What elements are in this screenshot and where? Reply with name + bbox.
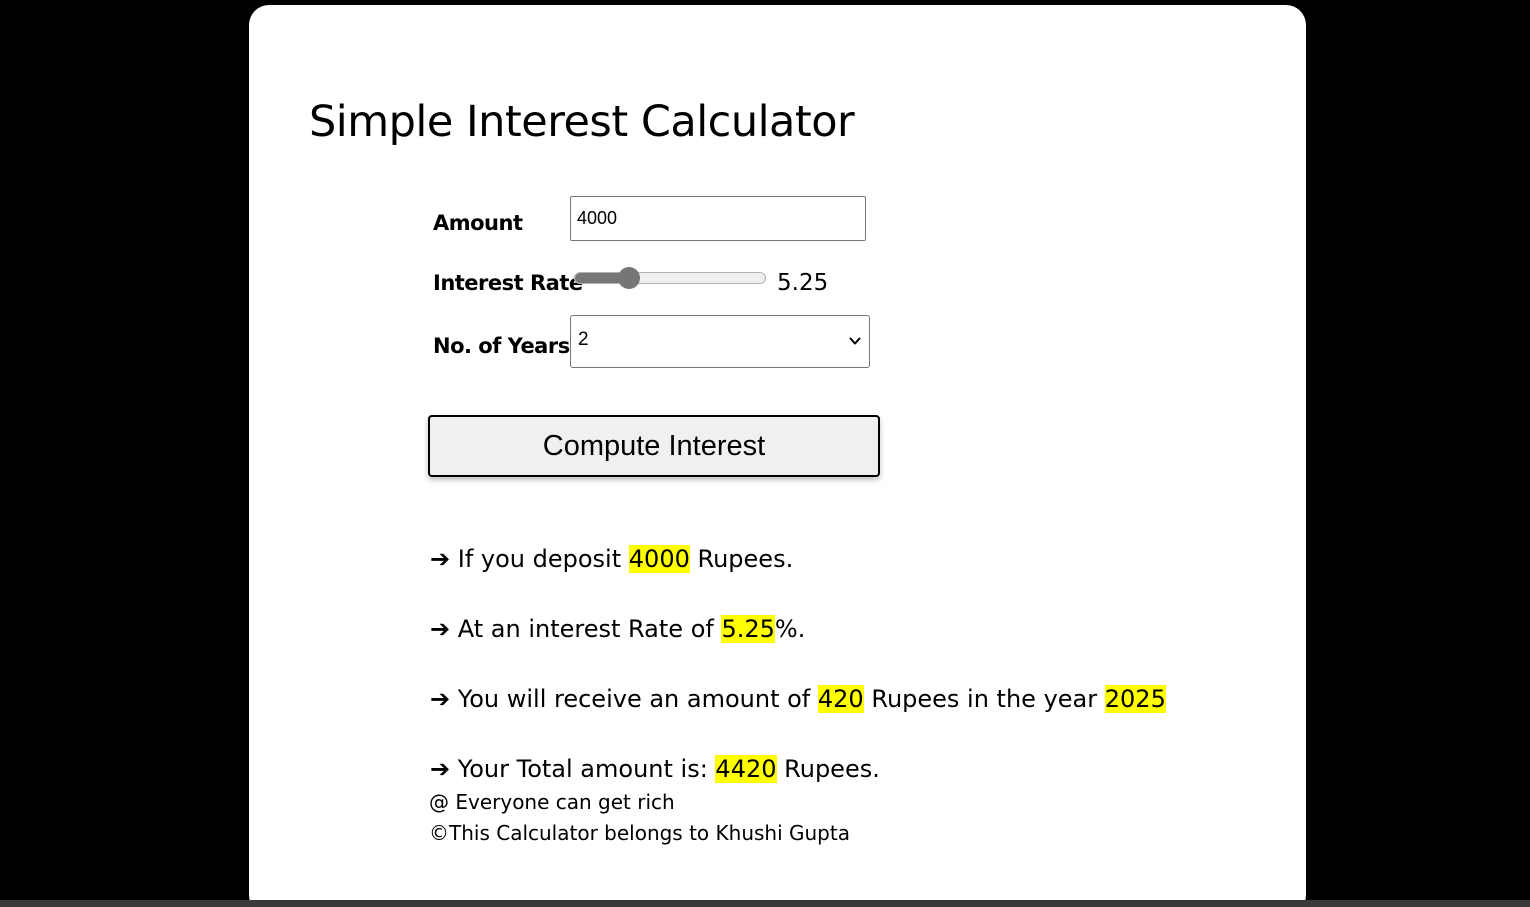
chevron-down-icon	[849, 337, 861, 345]
arrow-icon: ➔	[430, 685, 451, 713]
slider-track	[574, 272, 766, 284]
result-total: ➔ Your Total amount is: 4420 Rupees.	[430, 754, 880, 784]
total-prefix: Your Total amount is:	[457, 755, 708, 783]
page-title: Simple Interest Calculator	[309, 97, 855, 147]
amount-input[interactable]	[570, 196, 866, 241]
years-selected-value: 2	[578, 329, 589, 350]
calculator-card: Simple Interest Calculator Amount Intere…	[249, 5, 1306, 907]
bottom-bar	[0, 900, 1530, 907]
interest-rate-slider[interactable]	[574, 267, 766, 289]
years-label: No. of Years	[433, 334, 570, 358]
arrow-icon: ➔	[430, 545, 451, 573]
arrow-icon: ➔	[430, 615, 451, 643]
footer-tagline: @ Everyone can get rich	[429, 790, 675, 814]
total-suffix: Rupees.	[784, 755, 880, 783]
receive-amount: 420	[817, 685, 864, 713]
interest-rate-value: 5.25	[777, 270, 829, 296]
footer-copyright: ©This Calculator belongs to Khushi Gupta	[429, 821, 850, 845]
arrow-icon: ➔	[430, 755, 451, 783]
deposit-suffix: Rupees.	[697, 545, 794, 573]
receive-prefix: You will receive an amount of	[457, 685, 811, 713]
result-deposit: ➔ If you deposit 4000 Rupees.	[430, 544, 793, 574]
result-rate: ➔ At an interest Rate of 5.25%.	[430, 614, 805, 644]
deposit-amount: 4000	[628, 545, 690, 573]
interest-rate-label: Interest Rate	[433, 271, 583, 295]
rate-prefix: At an interest Rate of	[457, 615, 714, 643]
deposit-prefix: If you deposit	[457, 545, 622, 573]
slider-thumb[interactable]	[617, 267, 640, 289]
page: Simple Interest Calculator Amount Intere…	[0, 0, 1530, 907]
compute-interest-button[interactable]: Compute Interest	[428, 415, 880, 477]
years-select[interactable]: 2	[570, 315, 870, 368]
result-receive: ➔ You will receive an amount of 420 Rupe…	[430, 684, 1166, 714]
rate-highlight: 5.25	[721, 615, 775, 643]
rate-suffix: %.	[774, 615, 806, 643]
amount-label: Amount	[433, 211, 523, 235]
total-amount: 4420	[715, 755, 777, 783]
receive-middle: Rupees in the year	[871, 685, 1098, 713]
receive-year: 2025	[1104, 685, 1166, 713]
